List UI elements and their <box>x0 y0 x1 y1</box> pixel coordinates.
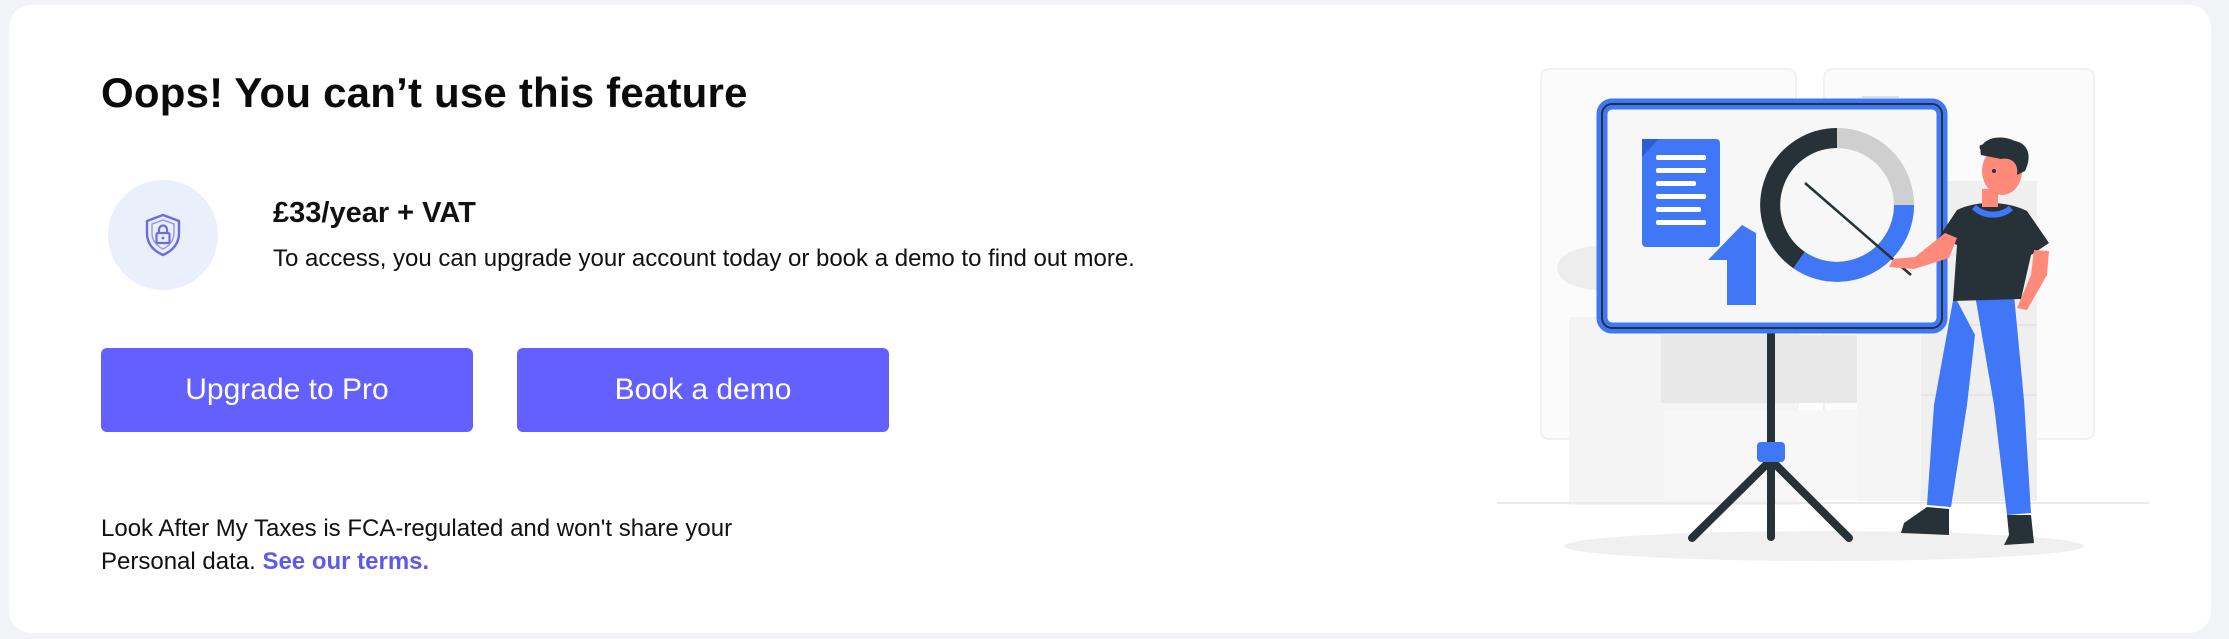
legal-notice: Look After My Taxes is FCA-regulated and… <box>101 512 821 578</box>
book-demo-button[interactable]: Book a demo <box>517 348 889 432</box>
terms-link[interactable]: See our terms. <box>262 548 429 575</box>
presenter-with-chart-illustration <box>1497 68 2149 561</box>
page-title: Oops! You can’t use this feature <box>101 69 748 116</box>
floor-shadow <box>1564 531 2084 561</box>
shield-lock-icon <box>145 213 181 257</box>
upgrade-prompt-card: Oops! You can’t use this feature £33/yea… <box>9 5 2211 633</box>
lock-badge <box>108 180 218 290</box>
access-description: To access, you can upgrade your account … <box>273 245 1135 272</box>
plan-price: £33/year + VAT <box>273 197 476 229</box>
document-graphic <box>1642 139 1720 247</box>
upgrade-to-pro-button[interactable]: Upgrade to Pro <box>101 348 473 432</box>
